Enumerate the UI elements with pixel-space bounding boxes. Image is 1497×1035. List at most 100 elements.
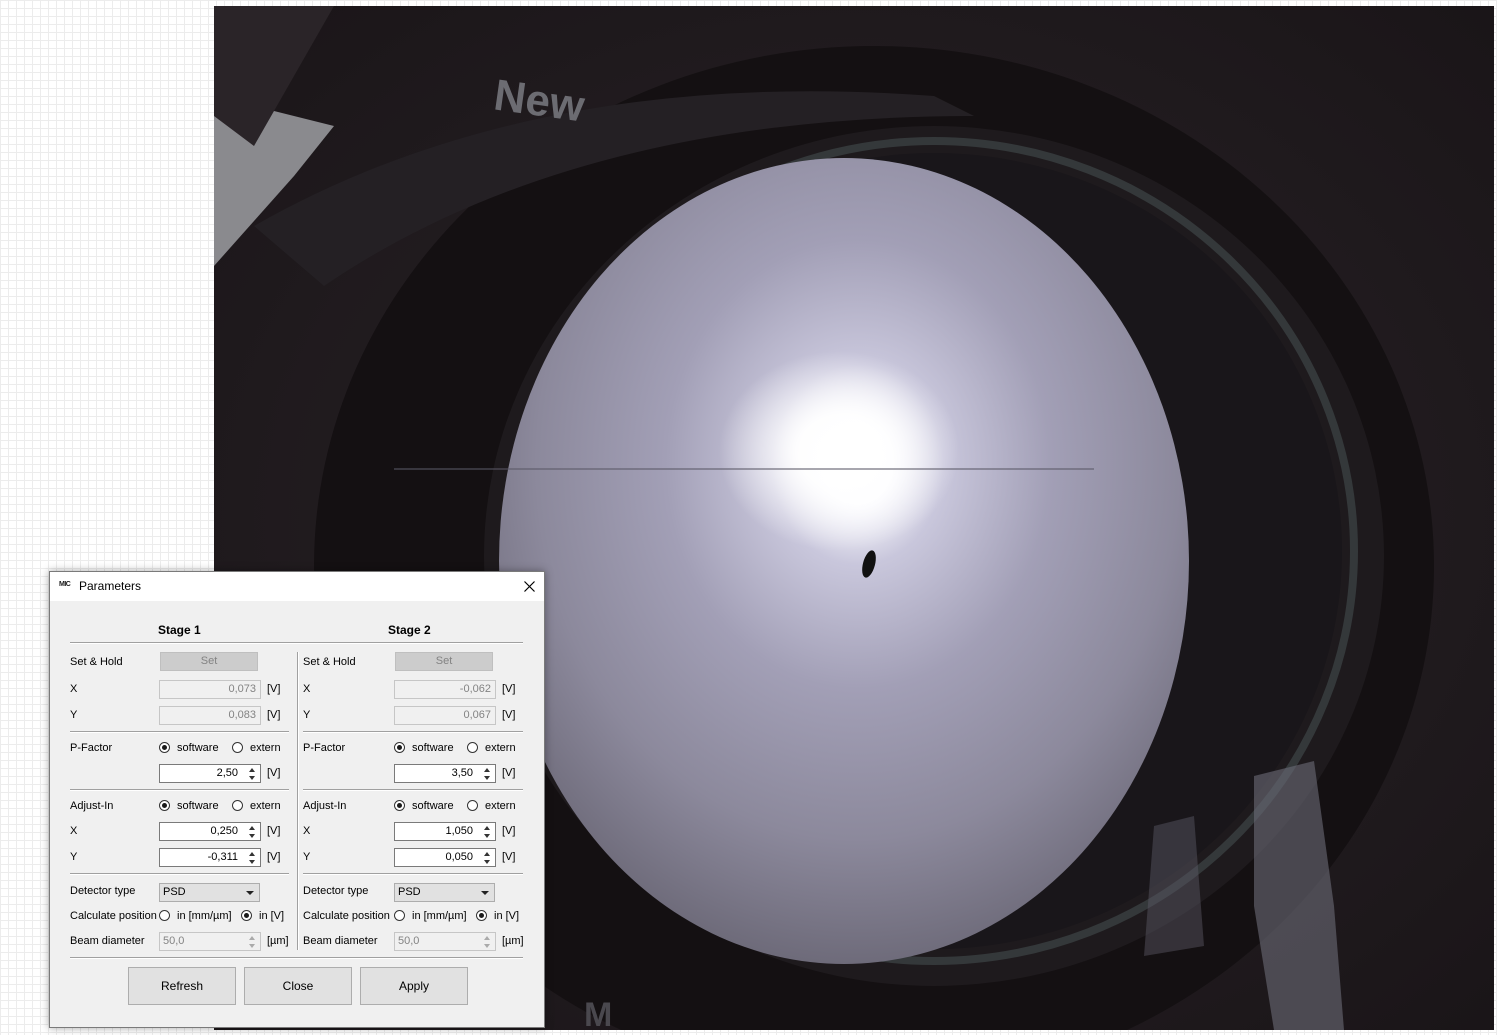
stage-divider bbox=[297, 652, 299, 950]
spin-down-icon[interactable] bbox=[480, 942, 494, 949]
stage2-set-button[interactable]: Set bbox=[395, 652, 493, 671]
apply-button[interactable]: Apply bbox=[360, 967, 468, 1005]
stage1-x-field[interactable]: 0,073 bbox=[159, 680, 261, 699]
stage2-pfactor-extern-radio[interactable] bbox=[467, 742, 478, 753]
stage1-adjust-label: Adjust-In bbox=[70, 800, 114, 812]
stage2-beam-unit: [µm] bbox=[502, 935, 524, 947]
stage2-beam-input[interactable]: 50,0 bbox=[394, 932, 496, 951]
stage2-y-unit: [V] bbox=[502, 709, 516, 721]
stage1-detector-select[interactable]: PSD bbox=[159, 883, 260, 902]
stage2-beam-label: Beam diameter bbox=[303, 935, 378, 947]
stage2-adjust-y-input[interactable]: 0,050 bbox=[394, 848, 496, 867]
stage2-adjust-y-unit: [V] bbox=[502, 851, 516, 863]
stage1-pfactor-extern-label: extern bbox=[250, 742, 281, 754]
stage1-calc-mm-radio[interactable] bbox=[159, 910, 170, 921]
stage2-beam-spinner[interactable] bbox=[480, 934, 494, 949]
refresh-button[interactable]: Refresh bbox=[128, 967, 236, 1005]
stage1-beam-unit: [µm] bbox=[267, 935, 289, 947]
stage2-divider-3 bbox=[303, 873, 523, 875]
stage1-set-hold-label: Set & Hold bbox=[70, 656, 123, 668]
stage1-divider-2 bbox=[70, 789, 289, 791]
stage2-detector-select[interactable]: PSD bbox=[394, 883, 495, 902]
stage2-pfactor-software-radio[interactable] bbox=[394, 742, 405, 753]
stage2-adjust-software-radio[interactable] bbox=[394, 800, 405, 811]
stage1-adjust-software-radio[interactable] bbox=[159, 800, 170, 811]
stage1-pfactor-unit: [V] bbox=[267, 767, 281, 779]
stage2-adjust-extern-radio[interactable] bbox=[467, 800, 478, 811]
stage1-beam-spinner[interactable] bbox=[245, 934, 259, 949]
stage1-pfactor-value: 2,50 bbox=[216, 767, 238, 779]
stage1-adjust-y-label: Y bbox=[70, 851, 78, 863]
stage1-calc-label: Calculate position bbox=[70, 910, 157, 922]
stage2-calc-mm-radio[interactable] bbox=[394, 910, 405, 921]
stage2-adjust-y-spinner[interactable] bbox=[480, 850, 494, 865]
stage1-adjust-x-value: 0,250 bbox=[210, 825, 238, 837]
stage2-y-field[interactable]: 0,067 bbox=[394, 706, 496, 725]
stage1-pfactor-spinner[interactable] bbox=[245, 766, 259, 781]
stage2-pfactor-software-label: software bbox=[412, 742, 454, 754]
stage1-calc-v-radio[interactable] bbox=[241, 910, 252, 921]
spin-up-icon[interactable] bbox=[480, 934, 494, 941]
spin-down-icon[interactable] bbox=[245, 858, 259, 865]
stage2-adjust-y-value: 0,050 bbox=[445, 851, 473, 863]
stage1-adjust-y-value: -0,311 bbox=[207, 851, 238, 863]
stage1-adjust-y-spinner[interactable] bbox=[245, 850, 259, 865]
stage2-divider-2 bbox=[303, 789, 523, 791]
spin-down-icon[interactable] bbox=[245, 774, 259, 781]
stage2-calc-mm-label: in [mm/µm] bbox=[412, 910, 467, 922]
stage1-adjust-extern-radio[interactable] bbox=[232, 800, 243, 811]
dialog-title: Parameters bbox=[79, 579, 142, 593]
stage1-y-field[interactable]: 0,083 bbox=[159, 706, 261, 725]
stage1-pfactor-extern-radio[interactable] bbox=[232, 742, 243, 753]
stage2-adjust-x-unit: [V] bbox=[502, 825, 516, 837]
stage1-adjust-x-input[interactable]: 0,250 bbox=[159, 822, 261, 841]
spin-up-icon[interactable] bbox=[480, 766, 494, 773]
stage2-pfactor-value: 3,50 bbox=[451, 767, 473, 779]
spin-up-icon[interactable] bbox=[245, 766, 259, 773]
app-logo: MIC bbox=[59, 581, 71, 588]
stage2-detector-label: Detector type bbox=[303, 885, 369, 897]
spin-up-icon[interactable] bbox=[245, 824, 259, 831]
stage1-adjust-software-label: software bbox=[177, 800, 219, 812]
stage1-adjust-y-unit: [V] bbox=[267, 851, 281, 863]
stage1-pfactor-input[interactable]: 2,50 bbox=[159, 764, 261, 783]
spin-down-icon[interactable] bbox=[480, 832, 494, 839]
stage1-beam-input[interactable]: 50,0 bbox=[159, 932, 261, 951]
stage1-beam-label: Beam diameter bbox=[70, 935, 145, 947]
spin-up-icon[interactable] bbox=[245, 934, 259, 941]
chevron-down-icon bbox=[246, 891, 254, 895]
spin-up-icon[interactable] bbox=[480, 824, 494, 831]
close-button[interactable]: Close bbox=[244, 967, 352, 1005]
stage1-y-unit: [V] bbox=[267, 709, 281, 721]
stage2-pfactor-extern-label: extern bbox=[485, 742, 516, 754]
stage1-adjust-y-input[interactable]: -0,311 bbox=[159, 848, 261, 867]
parameters-dialog: MIC Parameters Stage 1 Stage 2 Set & Hol… bbox=[49, 571, 545, 1028]
spin-up-icon[interactable] bbox=[480, 850, 494, 857]
stage2-header: Stage 2 bbox=[388, 623, 431, 637]
stage2-adjust-label: Adjust-In bbox=[303, 800, 347, 812]
stage2-x-field[interactable]: -0,062 bbox=[394, 680, 496, 699]
stage2-calc-v-radio[interactable] bbox=[476, 910, 487, 921]
close-icon[interactable] bbox=[514, 572, 544, 601]
footer-divider bbox=[70, 957, 523, 959]
stage2-pfactor-spinner[interactable] bbox=[480, 766, 494, 781]
stage1-set-button[interactable]: Set bbox=[160, 652, 258, 671]
stage2-calc-v-label: in [V] bbox=[494, 910, 520, 922]
spin-up-icon[interactable] bbox=[245, 850, 259, 857]
stage2-adjust-x-value: 1,050 bbox=[445, 825, 473, 837]
stage2-adjust-extern-label: extern bbox=[485, 800, 516, 812]
stage2-beam-value: 50,0 bbox=[398, 935, 420, 947]
stage2-adjust-x-spinner[interactable] bbox=[480, 824, 494, 839]
stage1-pfactor-software-radio[interactable] bbox=[159, 742, 170, 753]
spin-down-icon[interactable] bbox=[245, 832, 259, 839]
stage1-adjust-extern-label: extern bbox=[250, 800, 281, 812]
stage2-adjust-x-input[interactable]: 1,050 bbox=[394, 822, 496, 841]
spin-down-icon[interactable] bbox=[480, 858, 494, 865]
title-bar: MIC Parameters bbox=[50, 572, 544, 601]
stage2-detector-value: PSD bbox=[398, 886, 421, 898]
spin-down-icon[interactable] bbox=[245, 942, 259, 949]
stage2-adjust-x-label: X bbox=[303, 825, 311, 837]
spin-down-icon[interactable] bbox=[480, 774, 494, 781]
stage2-pfactor-input[interactable]: 3,50 bbox=[394, 764, 496, 783]
stage1-adjust-x-spinner[interactable] bbox=[245, 824, 259, 839]
